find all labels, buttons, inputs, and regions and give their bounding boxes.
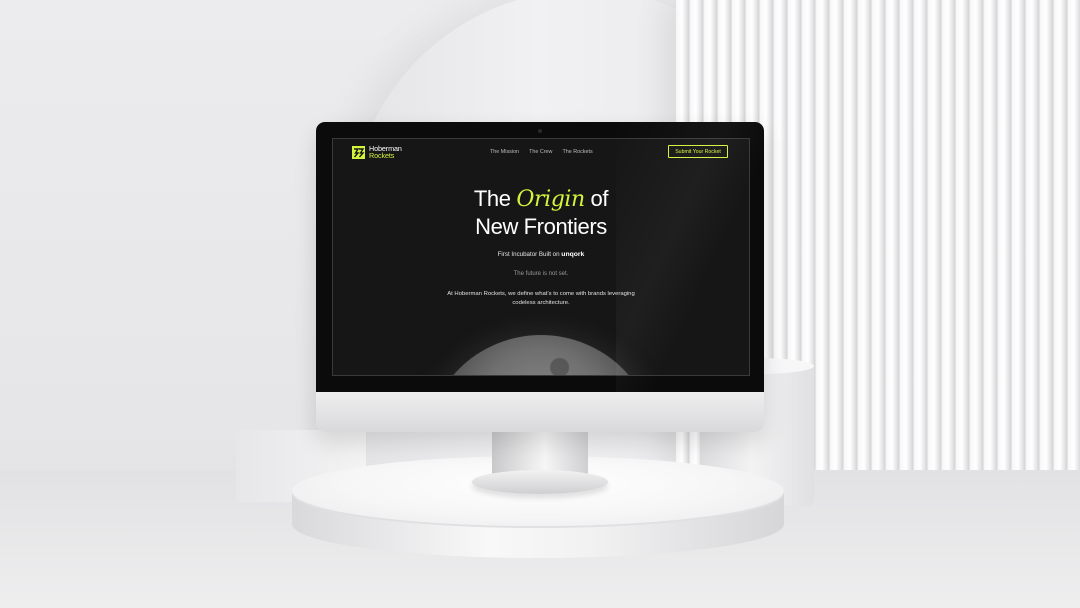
subline-text: First Incubator Built on	[497, 251, 560, 258]
site-header: Hoberman Rockets The Mission The Crew Th…	[333, 139, 749, 167]
hero-title-accent: Origin	[516, 187, 585, 212]
hero-tagline: The future is not set.	[513, 271, 569, 277]
monitor-stand-foot	[472, 470, 608, 494]
website-screen: Hoberman Rockets The Mission The Crew Th…	[332, 138, 750, 376]
logo-line-2: Rockets	[369, 151, 395, 160]
hero-description: At Hoberman Rockets, we define what’s to…	[447, 291, 635, 306]
site-logo[interactable]: Hoberman Rockets	[352, 145, 402, 159]
hoberman-logo-icon	[352, 145, 365, 159]
main-nav: The Mission The Crew The Rockets	[490, 149, 593, 155]
hero-title-before: The	[473, 186, 511, 211]
webcam-icon	[538, 129, 542, 133]
hero-title-line2: New Frontiers	[475, 214, 607, 239]
desktop-monitor: Hoberman Rockets The Mission The Crew Th…	[316, 122, 764, 432]
hero-title-after: of	[590, 186, 609, 211]
studio-scene: Hoberman Rockets The Mission The Crew Th…	[0, 0, 1080, 608]
hero-subline: First Incubator Built on unqork	[333, 251, 749, 258]
submit-rocket-button[interactable]: Submit Your Rocket	[668, 145, 728, 158]
logo-text: Hoberman Rockets	[369, 145, 402, 159]
monitor-chin	[316, 392, 764, 432]
unqork-brand: unqork	[561, 251, 585, 258]
monitor-bezel: Hoberman Rockets The Mission The Crew Th…	[316, 122, 764, 392]
nav-item-crew[interactable]: The Crew	[529, 149, 552, 155]
nav-item-rockets[interactable]: The Rockets	[562, 149, 592, 155]
hero-title: The Origin of New Frontiers	[333, 185, 749, 240]
moon-image	[425, 335, 657, 375]
nav-item-mission[interactable]: The Mission	[490, 149, 519, 155]
